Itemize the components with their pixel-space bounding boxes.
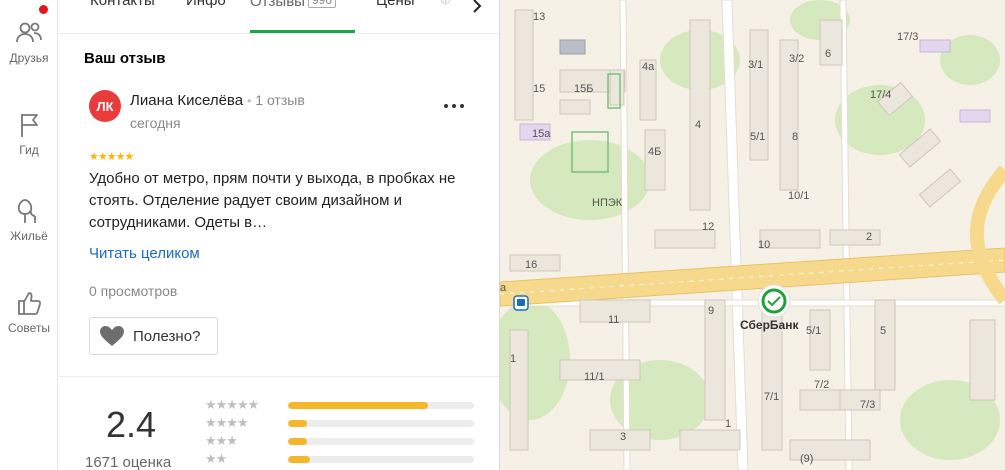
map-building-label: 6 bbox=[825, 48, 831, 60]
author-separator: • bbox=[247, 94, 252, 108]
map-building-label: 7/2 bbox=[814, 379, 829, 391]
tab-prices[interactable]: Цены bbox=[376, 0, 415, 9]
rail-item-tips[interactable]: Советы bbox=[0, 288, 58, 335]
tab-contacts[interactable]: Контакты bbox=[90, 0, 155, 9]
map-building-label: 1 bbox=[510, 353, 516, 365]
map-building-label: 8 bbox=[792, 131, 798, 143]
distribution-fill bbox=[288, 402, 428, 409]
read-more-link[interactable]: Читать целиком bbox=[89, 245, 200, 262]
map-building-label: (9) bbox=[800, 453, 813, 465]
chevron-right-icon bbox=[473, 0, 482, 13]
tab-active-underline bbox=[250, 30, 355, 33]
tab-reviews-label: Отзывы bbox=[250, 0, 305, 10]
map-view[interactable]: 13 15 15Б 15а 4а 4Б 4 НПЭК 12 16 3/1 3/2… bbox=[500, 0, 1005, 470]
dot-icon bbox=[444, 104, 448, 108]
app-root: Друзья Гид Жильё Советы Контакты Инфо От… bbox=[0, 0, 1005, 470]
map-building-label: 9 bbox=[708, 305, 714, 317]
notification-dot bbox=[39, 5, 48, 14]
map-building-label: 11 bbox=[608, 314, 619, 326]
map-building-label: 13 bbox=[533, 11, 545, 23]
metro-marker-icon[interactable] bbox=[513, 295, 529, 311]
place-panel: Контакты Инфо Отзывы996 Цены Ф Ваш отзыв… bbox=[58, 0, 500, 470]
distribution-stars: ★★★★ bbox=[205, 415, 249, 430]
map-building-label: 17/4 bbox=[870, 89, 891, 101]
map-building-label: 1 bbox=[725, 418, 731, 430]
more-options-button[interactable] bbox=[440, 95, 468, 117]
review-text: Удобно от метро, прям почти у выхода, в … bbox=[89, 170, 456, 231]
distribution-stars: ★★★ bbox=[205, 433, 238, 448]
rail-label-housing: Жильё bbox=[10, 229, 48, 243]
rail-label-friends: Друзья bbox=[9, 51, 49, 65]
distribution-bar bbox=[288, 456, 474, 463]
author-review-count: 1 отзыв bbox=[255, 92, 305, 108]
rail-item-housing[interactable]: Жильё bbox=[0, 196, 58, 243]
dot-icon bbox=[452, 104, 456, 108]
flag-icon bbox=[21, 114, 38, 137]
tabs-bar: Контакты Инфо Отзывы996 Цены Ф bbox=[58, 0, 500, 34]
map-building-label: 5 bbox=[880, 325, 886, 337]
section-divider bbox=[58, 376, 500, 377]
map-building-label: 2 bbox=[866, 231, 872, 243]
map-building-label: НПЭК bbox=[592, 197, 623, 209]
map-building-label: 12 bbox=[702, 221, 714, 233]
map-building-label: 10 bbox=[758, 239, 770, 251]
map-building-label: 4а bbox=[642, 61, 655, 73]
rail-label-tips: Советы bbox=[8, 321, 50, 335]
map-building-label: 7/1 bbox=[764, 391, 779, 403]
avatar[interactable]: ЛК bbox=[89, 90, 121, 122]
tab-reviews[interactable]: Отзывы 996 bbox=[250, 0, 336, 10]
section-title: Ваш отзыв bbox=[84, 50, 166, 67]
author-name[interactable]: Лиана Киселёва bbox=[130, 92, 243, 109]
map-building-label: 15а bbox=[532, 128, 551, 140]
map-building-label: 5/1 bbox=[806, 325, 821, 337]
map-building-label: 17/3 bbox=[897, 31, 918, 43]
map-ring-road bbox=[969, 165, 1005, 305]
distribution-bar bbox=[288, 420, 474, 427]
map-building-label: 15Б bbox=[574, 83, 593, 95]
map-building-label: 16 bbox=[525, 259, 537, 271]
tabs-fade bbox=[438, 0, 468, 30]
heart-icon bbox=[100, 326, 124, 346]
rating-value: 2.4 bbox=[106, 404, 157, 445]
useful-label: Полезно? bbox=[133, 327, 201, 345]
distribution-fill bbox=[288, 420, 307, 427]
distribution-fill bbox=[288, 438, 307, 445]
sberbank-marker-icon[interactable] bbox=[757, 284, 791, 318]
left-rail: Друзья Гид Жильё Советы bbox=[0, 0, 58, 470]
map-building-label: 7/3 bbox=[860, 399, 875, 411]
distribution-stars: ★★★★★ bbox=[205, 397, 259, 412]
review-stars: ★★★★★ bbox=[89, 151, 134, 163]
tab-reviews-count: 996 bbox=[307, 0, 336, 8]
distribution-fill bbox=[288, 456, 311, 463]
distribution-stars: ★★ bbox=[205, 451, 227, 466]
map-building-label: 4 bbox=[695, 119, 701, 131]
map-street-label: а bbox=[500, 282, 507, 294]
rail-item-friends[interactable]: Друзья bbox=[0, 18, 58, 65]
review-date: сегодня bbox=[130, 115, 181, 131]
trees-icon bbox=[17, 199, 36, 223]
friends-icon bbox=[16, 22, 42, 43]
map-building-label: 3/1 bbox=[748, 59, 763, 71]
map-building-label: 4Б bbox=[648, 146, 661, 158]
rail-item-guide[interactable]: Гид bbox=[0, 110, 58, 157]
sberbank-label[interactable]: СберБанк bbox=[740, 318, 798, 332]
useful-button[interactable]: Полезно? bbox=[89, 317, 218, 355]
map-building-label: 3 bbox=[620, 431, 626, 443]
map-building-label: 11/1 bbox=[584, 371, 605, 383]
map-building-label: 10/1 bbox=[788, 190, 809, 202]
review-author: Лиана Киселёва • 1 отзыв bbox=[130, 92, 305, 109]
distribution-bar bbox=[288, 438, 474, 445]
review-views: 0 просмотров bbox=[89, 283, 178, 299]
rating-count: 1671 оценка bbox=[85, 454, 172, 470]
distribution-bar bbox=[288, 402, 474, 409]
rail-label-guide: Гид bbox=[19, 143, 39, 157]
map-building-label: 5/1 bbox=[750, 131, 765, 143]
tabs-next-button[interactable] bbox=[465, 0, 489, 16]
thumbs-up-icon bbox=[18, 292, 42, 315]
dot-icon bbox=[460, 104, 464, 108]
map-building-label: 15 bbox=[533, 83, 545, 95]
map-building-label: 3/2 bbox=[789, 53, 804, 65]
tab-info[interactable]: Инфо bbox=[186, 0, 226, 9]
map-canvas[interactable]: 13 15 15Б 15а 4а 4Б 4 НПЭК 12 16 3/1 3/2… bbox=[500, 0, 1005, 470]
